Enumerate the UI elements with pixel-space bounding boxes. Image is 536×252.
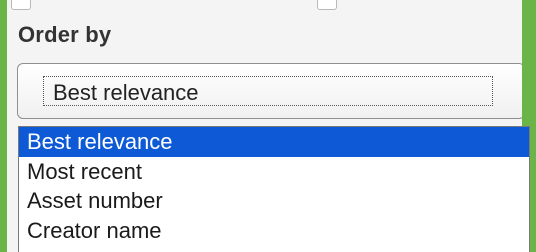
partial-checkbox-right[interactable] [317, 0, 337, 10]
order-by-heading: Order by [18, 22, 112, 47]
option-best-relevance[interactable]: Best relevance [19, 127, 529, 157]
order-by-selected-value: Best relevance [53, 80, 199, 105]
option-most-recent[interactable]: Most recent [19, 157, 529, 187]
option-creator-name[interactable]: Creator name [19, 216, 529, 246]
order-by-options-list[interactable]: Best relevance Most recent Asset number … [18, 126, 530, 252]
order-by-select[interactable]: Best relevance [17, 63, 522, 119]
option-asset-number[interactable]: Asset number [19, 186, 529, 216]
partial-checkbox-left[interactable] [11, 0, 31, 10]
